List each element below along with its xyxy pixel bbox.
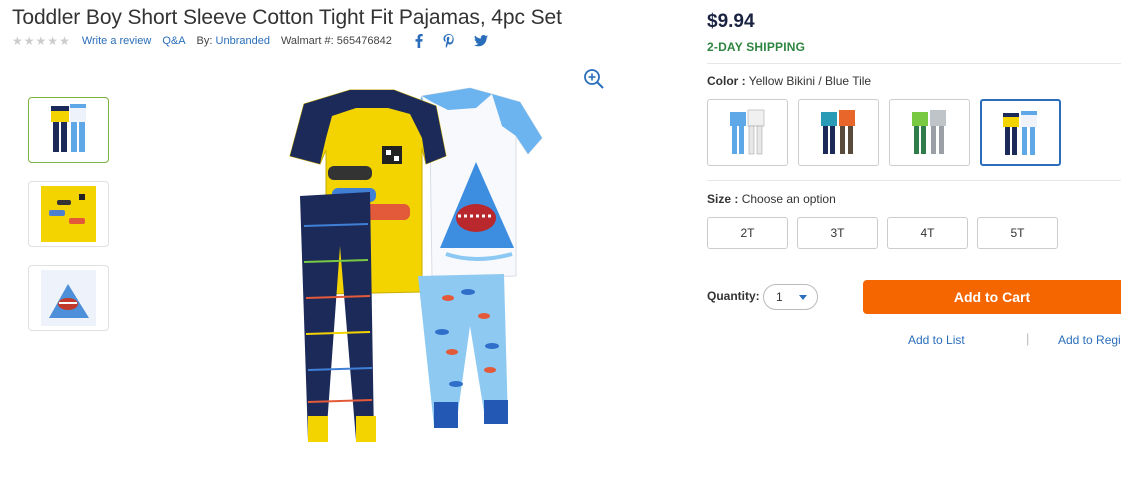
star-icon: ★	[59, 34, 70, 48]
thumbnail-3[interactable]	[28, 265, 109, 331]
product-meta-row: ★ ★ ★ ★ ★ Write a review Q&A By: Unbrand…	[12, 33, 488, 49]
size-button-4t[interactable]: 4T	[887, 217, 968, 249]
walmart-number-value: 565476842	[336, 35, 392, 47]
shipping-badge: 2-DAY SHIPPING	[707, 40, 806, 54]
size-value: Choose an option	[741, 192, 836, 206]
main-product-image[interactable]	[270, 66, 590, 466]
write-review-link[interactable]: Write a review	[82, 35, 151, 47]
color-swatches	[707, 99, 1061, 166]
walmart-number-label: Walmart #:	[280, 35, 334, 47]
twitter-icon[interactable]	[473, 35, 488, 47]
star-icon: ★	[35, 34, 47, 48]
link-separator: |	[1026, 331, 1030, 346]
quantity-select[interactable]: 1	[763, 284, 818, 310]
facebook-icon[interactable]	[415, 34, 423, 48]
walmart-number: Walmart #: 565476842	[281, 35, 392, 47]
add-to-cart-button[interactable]: Add to Cart	[863, 280, 1121, 314]
product-price: $9.94	[707, 11, 755, 32]
chevron-down-icon	[799, 295, 807, 300]
divider	[707, 63, 1121, 64]
zoom-in-icon[interactable]	[583, 68, 605, 90]
size-option-label: Size : Choose an option	[707, 192, 836, 206]
rating-stars[interactable]: ★ ★ ★ ★ ★	[12, 35, 70, 47]
color-swatch-yellow-blue[interactable]	[980, 99, 1061, 166]
quantity-value: 1	[776, 290, 783, 304]
add-to-registry-link[interactable]: Add to Registry	[1058, 333, 1121, 347]
social-share	[415, 34, 488, 48]
quantity-label: Quantity:	[707, 289, 760, 303]
color-swatch-navy-orange[interactable]	[798, 99, 879, 166]
product-title: Toddler Boy Short Sleeve Cotton Tight Fi…	[12, 6, 562, 29]
thumbnail-2[interactable]	[28, 181, 109, 247]
color-label: Color :	[707, 74, 746, 88]
star-icon: ★	[12, 34, 23, 48]
size-options: 2T 3T 4T 5T	[707, 217, 1058, 249]
color-swatch-blue-white[interactable]	[707, 99, 788, 166]
qa-link[interactable]: Q&A	[162, 35, 185, 47]
image-thumbnails	[28, 97, 110, 349]
shark-pants	[418, 274, 508, 428]
thumbnail-1[interactable]	[28, 97, 109, 163]
color-swatch-green-gray[interactable]	[889, 99, 970, 166]
size-button-2t[interactable]: 2T	[707, 217, 788, 249]
divider	[707, 180, 1121, 181]
pinterest-icon[interactable]	[443, 34, 454, 48]
color-option-label: Color : Yellow Bikini / Blue Tile	[707, 74, 871, 88]
star-icon: ★	[47, 34, 59, 48]
shark-shirt	[405, 87, 543, 279]
size-label: Size :	[707, 192, 739, 206]
add-to-list-link[interactable]: Add to List	[908, 333, 965, 347]
color-value: Yellow Bikini / Blue Tile	[748, 74, 872, 88]
size-button-5t[interactable]: 5T	[977, 217, 1058, 249]
size-button-3t[interactable]: 3T	[797, 217, 878, 249]
brand-link[interactable]: Unbranded	[216, 35, 270, 47]
brand-info: By: Unbranded	[197, 35, 270, 47]
by-label: By:	[196, 35, 213, 47]
car-pants	[300, 192, 376, 442]
star-icon: ★	[23, 34, 35, 48]
